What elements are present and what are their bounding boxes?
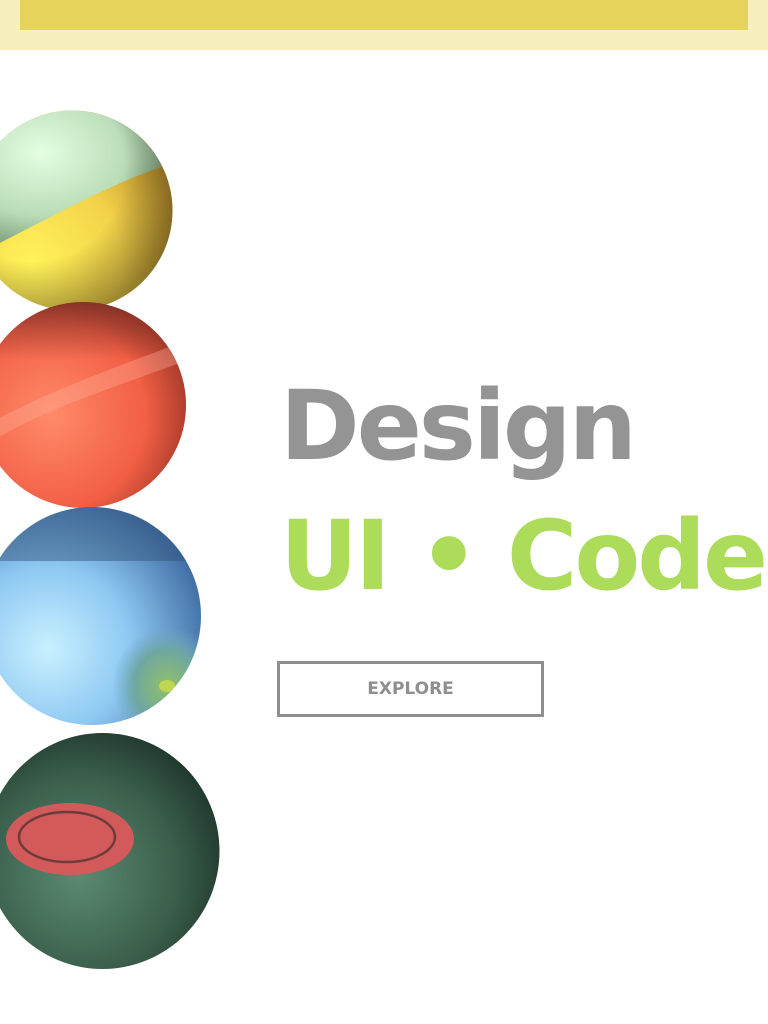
red-sphere: [0, 302, 186, 508]
hero-title: Design: [280, 370, 637, 482]
explore-button[interactable]: EXPLORE: [277, 661, 544, 717]
yellow-green-sphere: [0, 110, 173, 311]
sphere-stack: [0, 0, 240, 1024]
hero-subtitle: UI • Code: [280, 500, 768, 612]
dark-green-sphere: [0, 733, 220, 969]
blue-sphere: [0, 507, 201, 725]
